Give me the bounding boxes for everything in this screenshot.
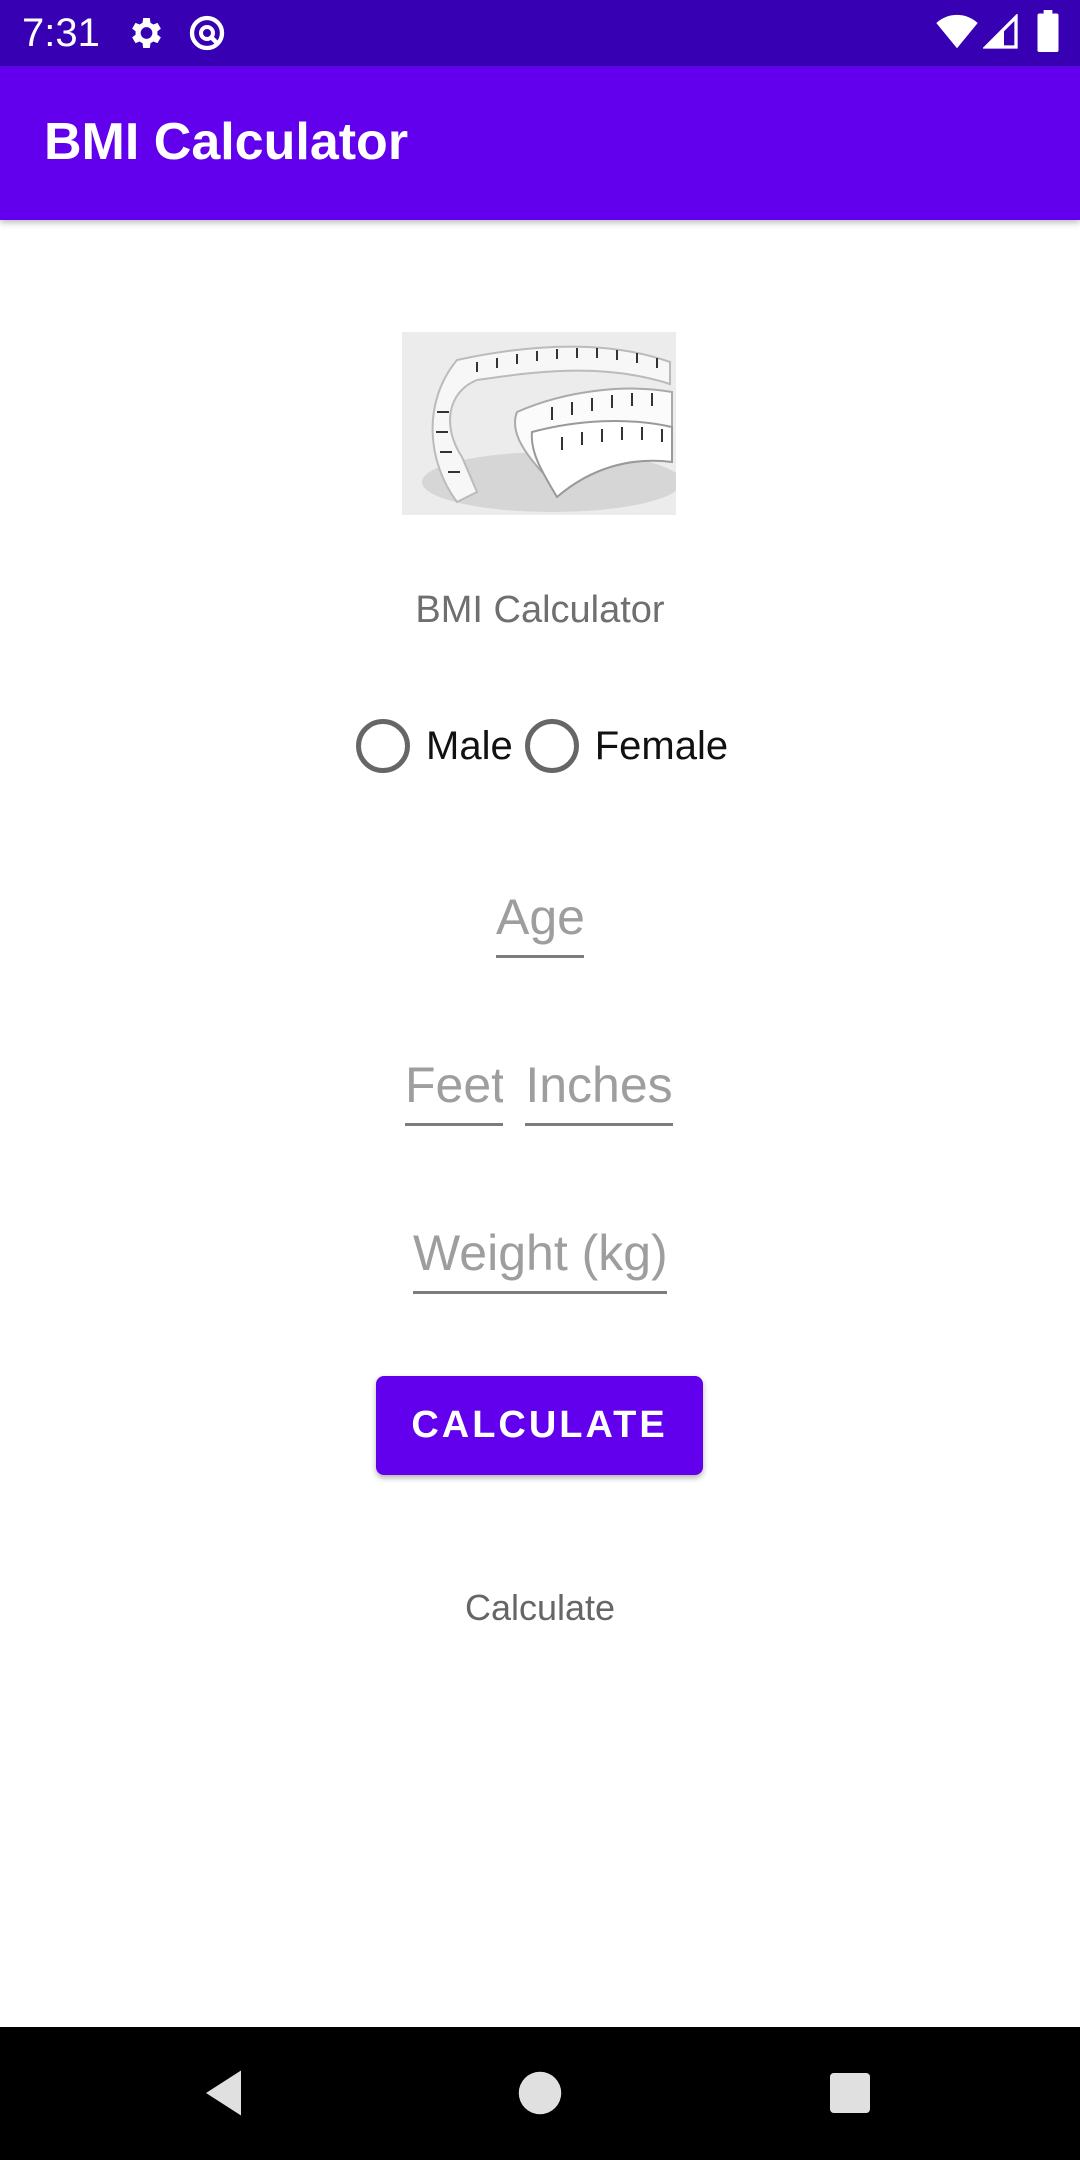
settings-icon [132,18,161,48]
radio-female-label[interactable]: Female [595,724,728,769]
radio-male-label[interactable]: Male [426,724,513,769]
wifi-icon [936,14,978,49]
recents-icon[interactable] [820,2063,880,2123]
feet-field-container [405,1046,503,1126]
age-field-container [496,878,584,958]
weight-field-container [413,1214,667,1294]
radio-button-icon[interactable] [524,719,579,773]
measuring-tape-image [402,332,676,515]
battery-icon [1037,10,1059,52]
result-text: Calculate [464,1587,616,1628]
status-bar: 7:31 [0,0,1080,66]
radio-female[interactable]: Female [524,719,728,773]
sync-icon [189,15,225,51]
navigation-bar [0,2027,1080,2160]
app-title: BMI Calculator [44,113,409,171]
status-time: 7:31 [22,11,100,55]
home-icon[interactable] [510,2063,570,2123]
inches-field-container [525,1046,673,1126]
age-input[interactable] [496,878,584,955]
feet-input[interactable] [405,1046,503,1123]
radio-male[interactable]: Male [356,719,513,773]
radio-button-icon[interactable] [356,719,410,773]
weight-input[interactable] [413,1214,667,1291]
signal-icon [983,14,1018,49]
back-icon[interactable] [196,2063,256,2123]
subtitle: BMI Calculator [415,589,665,631]
inches-input[interactable] [525,1046,673,1123]
app-bar: BMI Calculator [0,66,1080,220]
gender-radio-group: Male Female [356,718,740,774]
calculate-button[interactable]: CALCULATE [376,1376,703,1475]
